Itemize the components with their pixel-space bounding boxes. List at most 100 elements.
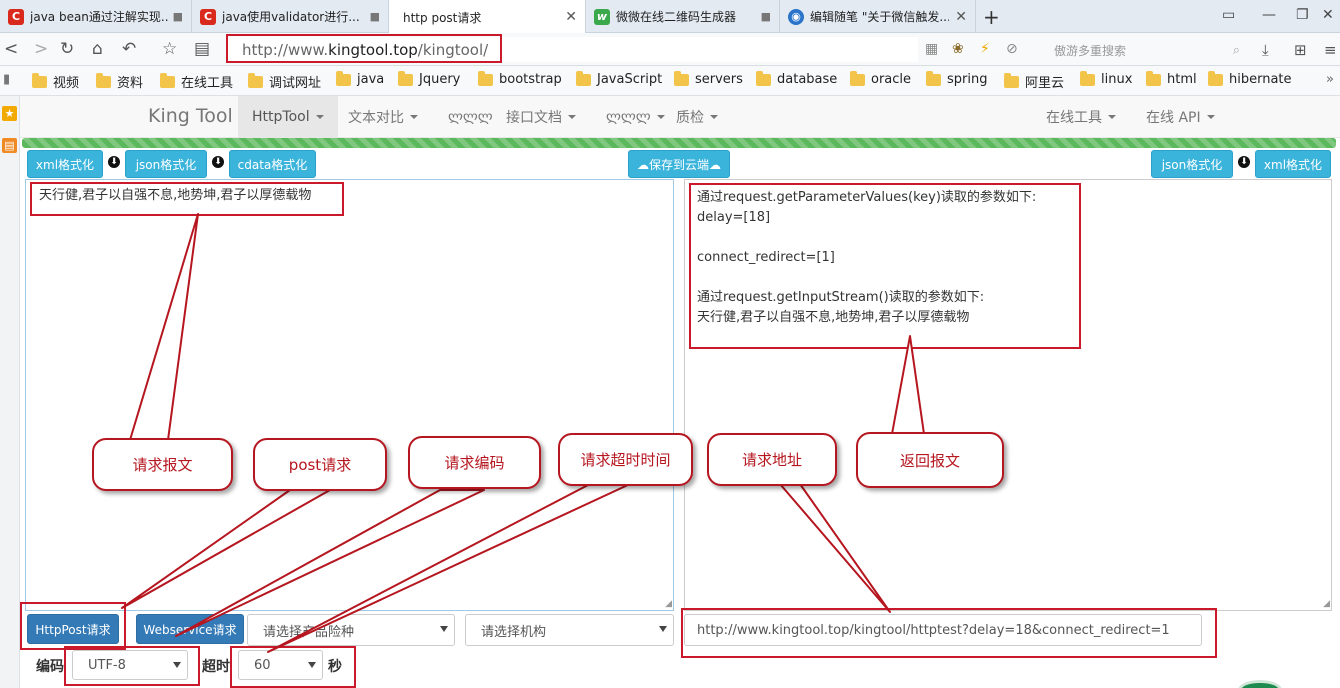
- block-icon[interactable]: ⊘: [1006, 41, 1018, 57]
- menu-quality-check[interactable]: 质检: [662, 96, 732, 138]
- bookmark-folder[interactable]: bootstrap: [478, 70, 562, 87]
- undo-icon[interactable]: ↶: [122, 39, 136, 59]
- bookmark-folder[interactable]: linux: [1080, 70, 1133, 87]
- select-value: 请选择产品险种: [263, 624, 355, 640]
- bookmark-label: 视频: [53, 76, 80, 91]
- callout-request-body: 请求报文: [92, 438, 233, 491]
- bookmark-folder[interactable]: spring: [926, 70, 987, 87]
- caret-down-icon: [710, 115, 718, 119]
- bookmark-folder[interactable]: java: [336, 70, 384, 87]
- minimize-icon[interactable]: —: [1262, 7, 1276, 23]
- bookmark-folder[interactable]: JavaScript: [576, 70, 662, 87]
- menu-label: HttpTool: [252, 109, 310, 125]
- brand-logo[interactable]: King Tool: [148, 105, 233, 127]
- forward-icon[interactable]: >: [34, 39, 48, 59]
- browser-tab[interactable]: C java bean通过注解实现... ■: [0, 0, 192, 33]
- cdata-format-button[interactable]: cdata格式化: [229, 150, 316, 178]
- download-circle-icon[interactable]: ⬇: [108, 156, 120, 168]
- tab-title: 编辑随笔 "关于微信触发...: [810, 10, 950, 24]
- home-icon[interactable]: ⌂: [92, 39, 103, 59]
- qr-code-icon[interactable]: ▦: [925, 41, 938, 57]
- bookmark-folder[interactable]: Jquery: [398, 70, 460, 87]
- menu-online-api[interactable]: 在线 API: [1132, 96, 1229, 138]
- bookmark-folder[interactable]: 在线工具: [160, 72, 233, 91]
- resize-grip-icon[interactable]: ◢: [665, 599, 672, 609]
- site-navbar: King Tool HttpTool 文本对比 ლლლ 接口文档 ლლლ 质检 …: [20, 96, 1340, 138]
- select-value: 请选择机构: [481, 624, 547, 640]
- bookmarks-toggle-icon[interactable]: ▮: [3, 72, 10, 87]
- bookmark-folder[interactable]: 调试网址: [248, 72, 321, 91]
- bookmark-folder[interactable]: html: [1146, 70, 1197, 87]
- notes-icon[interactable]: ▤: [2, 138, 17, 153]
- bookmark-label: 阿里云: [1025, 76, 1065, 91]
- caret-down-icon: [1206, 115, 1215, 119]
- folder-icon: [336, 70, 351, 86]
- folder-icon: [1146, 70, 1161, 86]
- bookmark-label: oracle: [871, 72, 912, 87]
- browser-tab[interactable]: ◉ 编辑随笔 "关于微信触发... ✕: [780, 0, 976, 33]
- browser-tab-active[interactable]: http post请求 ✕: [389, 0, 586, 34]
- reload-icon[interactable]: ↻: [60, 39, 74, 59]
- folder-icon: [248, 72, 263, 88]
- download-circle-icon[interactable]: ⬇: [1238, 156, 1250, 168]
- folder-icon: [160, 72, 175, 88]
- download-circle-icon[interactable]: ⬇: [212, 156, 224, 168]
- right-json-format-button[interactable]: json格式化: [1151, 150, 1233, 178]
- browser-toolbar: < > ↻ ⌂ ↶ ☆ ▤ http://www. kingtool.top/ki…: [0, 33, 1340, 66]
- search-input[interactable]: 傲游多重搜索 ⌕: [1054, 39, 1240, 61]
- menu-httptool[interactable]: HttpTool: [238, 96, 338, 138]
- close-window-icon[interactable]: ✕: [1322, 7, 1334, 23]
- org-select[interactable]: 请选择机构: [465, 614, 674, 646]
- annotation-highlight-post: [20, 602, 126, 650]
- browser-side-strip: ★ ▤: [0, 96, 20, 688]
- bookmark-folder[interactable]: 视频: [32, 72, 79, 91]
- tab-list-icon[interactable]: ▭: [1222, 7, 1235, 23]
- menu-text-compare[interactable]: 文本对比: [334, 96, 432, 138]
- bookmark-folder[interactable]: hibernate: [1208, 70, 1292, 87]
- bookmark-label: 资料: [117, 76, 144, 91]
- favorite-star-icon[interactable]: ☆: [162, 39, 177, 59]
- extension-icon[interactable]: ❀: [952, 41, 964, 57]
- menu-icon[interactable]: ≡: [1324, 41, 1337, 59]
- browser-tab[interactable]: w 微微在线二维码生成器 ■: [586, 0, 780, 33]
- restore-icon[interactable]: ❐: [1296, 7, 1309, 23]
- request-body-textarea[interactable]: 天行健,君子以自强不息,地势坤,君子以厚德载物 ◢: [25, 179, 674, 611]
- apps-grid-icon[interactable]: ⊞: [1294, 41, 1307, 59]
- back-icon[interactable]: <: [4, 39, 18, 59]
- floating-widget-icon[interactable]: [1238, 680, 1282, 688]
- left-xml-format-button[interactable]: xml格式化: [27, 150, 103, 178]
- close-tab-icon[interactable]: ✕: [565, 9, 577, 25]
- flash-icon[interactable]: ⚡: [980, 41, 990, 57]
- resize-grip-icon[interactable]: ◢: [1323, 599, 1330, 609]
- menu-label: ლლლ: [606, 109, 651, 125]
- bookmark-folder[interactable]: 阿里云: [1004, 72, 1064, 91]
- menu-api-docs[interactable]: 接口文档: [492, 96, 590, 138]
- bookmark-folder[interactable]: 资料: [96, 72, 143, 91]
- bookmark-label: linux: [1101, 72, 1133, 87]
- tab-title: 微微在线二维码生成器: [616, 10, 737, 24]
- reader-icon[interactable]: ▤: [194, 39, 210, 59]
- bookmark-folder[interactable]: servers: [674, 70, 743, 87]
- product-select[interactable]: 请选择产品险种: [247, 614, 455, 646]
- callout-post-request: post请求: [253, 438, 387, 491]
- menu-label: 在线 API: [1146, 110, 1201, 126]
- close-tab-icon[interactable]: ✕: [955, 9, 967, 25]
- new-tab-plus-icon[interactable]: +: [983, 5, 1000, 29]
- right-xml-format-button[interactable]: xml格式化: [1255, 150, 1331, 178]
- left-json-format-button[interactable]: json格式化: [125, 150, 207, 178]
- save-to-cloud-button[interactable]: ☁保存到云端☁: [628, 150, 730, 178]
- browser-tab[interactable]: C java使用validator进行... ■: [192, 0, 389, 33]
- menu-online-tools[interactable]: 在线工具: [1032, 96, 1130, 138]
- annotation-highlight-address: [226, 34, 502, 63]
- webservice-request-button[interactable]: Webservice请求: [136, 614, 244, 644]
- annotation-highlight-request-body: [30, 182, 344, 216]
- download-icon[interactable]: ⤓: [1262, 41, 1269, 59]
- bookmark-folder[interactable]: oracle: [850, 70, 912, 87]
- bookmark-label: servers: [695, 72, 743, 87]
- favorites-star-icon[interactable]: ★: [2, 106, 17, 121]
- folder-icon: [1004, 72, 1019, 88]
- folder-icon: [674, 70, 689, 86]
- bookmark-folder[interactable]: database: [756, 70, 837, 87]
- search-icon[interactable]: ⌕: [1233, 43, 1240, 58]
- more-bookmarks-icon[interactable]: »: [1326, 72, 1334, 87]
